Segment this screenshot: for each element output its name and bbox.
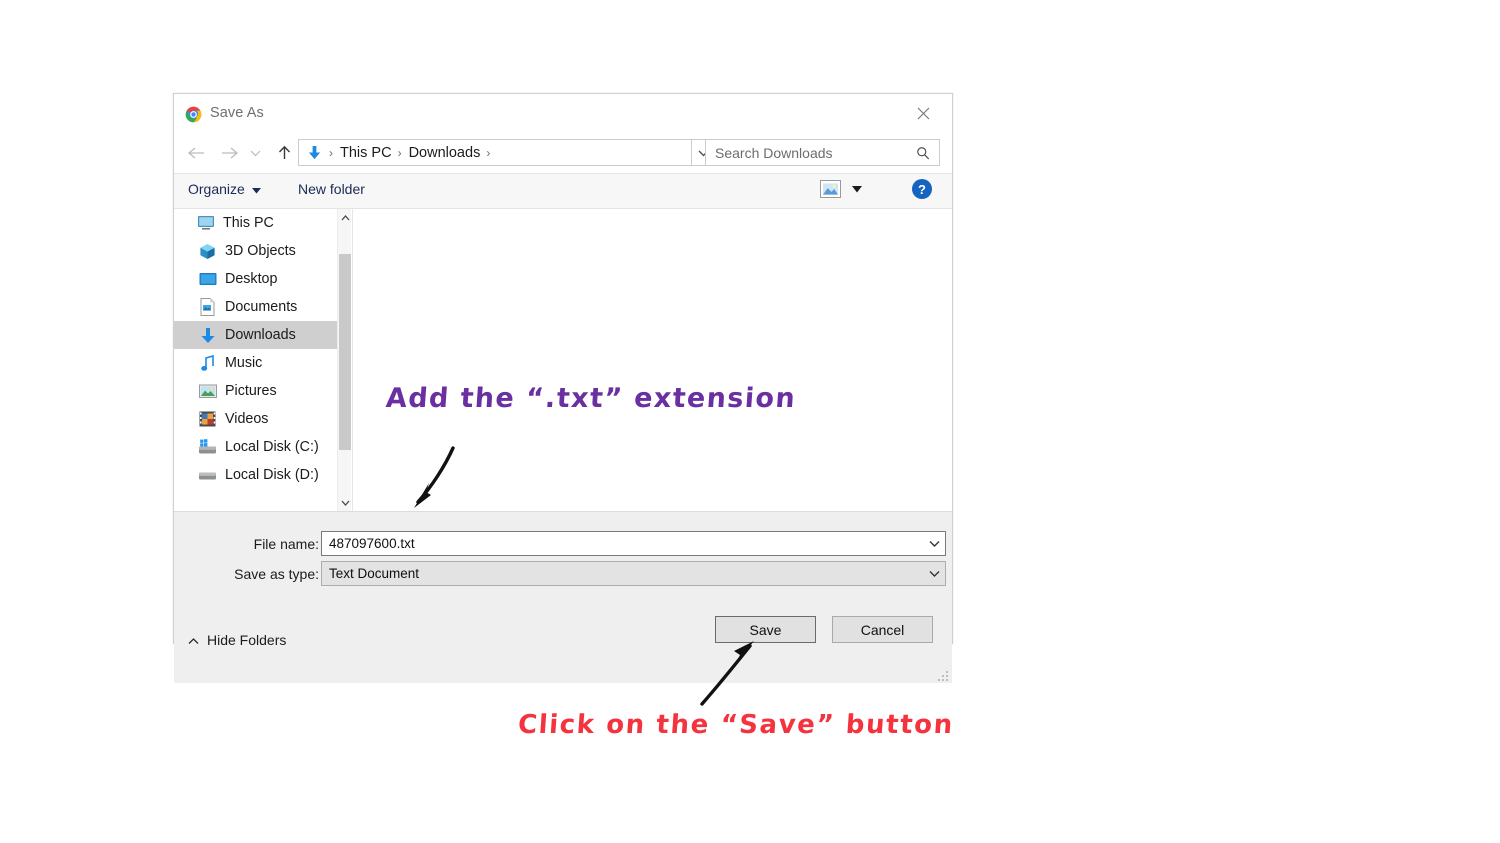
system-drive-icon (198, 438, 217, 457)
sidebar-item-label: Downloads (225, 327, 296, 343)
help-icon[interactable]: ? (912, 179, 932, 199)
close-icon[interactable] (900, 98, 946, 128)
search-icon[interactable] (916, 146, 930, 160)
hide-folders-button[interactable]: Hide Folders (188, 632, 286, 648)
chevron-up-icon[interactable] (338, 209, 351, 226)
organize-button[interactable]: Organize (188, 181, 261, 197)
sidebar-item-local-disk-d[interactable]: Local Disk (D:) (174, 461, 351, 489)
navigation-pane: This PC 3D Objects Desktop Documents Dow… (174, 209, 351, 511)
caret-down-icon (251, 181, 261, 197)
annotation-add-txt-extension: Add the “.txt” extension (384, 383, 798, 414)
chevron-down-icon[interactable] (246, 139, 264, 167)
sidebar-item-local-disk-c[interactable]: Local Disk (C:) (174, 433, 351, 461)
sidebar-item-label: Pictures (225, 383, 277, 399)
new-folder-button[interactable]: New folder (298, 181, 365, 197)
file-list-pane[interactable] (352, 209, 952, 511)
command-bar: Organize New folder ? (174, 173, 952, 209)
sidebar-item-music[interactable]: Music (174, 349, 351, 377)
annotation-click-save-button: Click on the “Save” button (516, 710, 955, 740)
videos-icon (198, 410, 217, 429)
file-name-label: File name: (253, 536, 319, 552)
3d-objects-icon (198, 242, 217, 261)
save-as-type-select[interactable]: Text Document (321, 561, 946, 586)
sidebar-item-documents[interactable]: Documents (174, 293, 351, 321)
desktop-icon (198, 270, 217, 289)
search-input[interactable]: Search Downloads (715, 145, 916, 161)
sidebar-item-label: Desktop (225, 271, 278, 287)
dialog-title: Save As (210, 105, 264, 121)
save-as-type-value: Text Document (329, 566, 420, 581)
chrome-logo-icon (185, 106, 202, 123)
hide-folders-label: Hide Folders (207, 632, 287, 648)
help-label: ? (918, 181, 926, 197)
music-icon (198, 354, 217, 373)
chevron-down-icon[interactable] (923, 540, 945, 547)
chevron-down-icon[interactable] (923, 570, 945, 577)
search-box[interactable]: Search Downloads (705, 139, 940, 166)
caret-down-icon[interactable] (852, 180, 862, 198)
sidebar-item-3d-objects[interactable]: 3D Objects (174, 237, 351, 265)
monitor-icon (196, 214, 215, 233)
navigation-bar: › This PC › Downloads › Search Downloads (174, 135, 952, 173)
save-as-dialog: Save As › This PC › Downloads › Search D… (173, 93, 953, 683)
sidebar-item-downloads[interactable]: Downloads (174, 321, 351, 349)
resize-grip-icon[interactable] (938, 669, 949, 681)
save-as-type-label: Save as type: (234, 566, 319, 582)
chevron-down-icon[interactable] (338, 494, 351, 511)
view-options[interactable] (820, 180, 862, 198)
chevron-up-icon (188, 632, 199, 648)
address-bar[interactable]: › This PC › Downloads › (298, 139, 692, 166)
breadcrumb-downloads[interactable]: Downloads (409, 145, 481, 161)
dialog-titlebar: Save As (174, 94, 952, 135)
save-button[interactable]: Save (715, 616, 816, 643)
sidebar-item-label: Local Disk (D:) (225, 467, 319, 483)
screenshot-canvas: Save As › This PC › Downloads › Search D… (0, 0, 1500, 843)
sidebar-item-label: Local Disk (C:) (225, 439, 319, 455)
downloads-icon (198, 326, 217, 345)
downloads-folder-icon (305, 144, 323, 162)
breadcrumb-separator: › (486, 145, 491, 160)
navigation-pane-scrollbar[interactable] (337, 209, 351, 511)
arrow-right-icon[interactable] (216, 139, 244, 167)
dialog-body: This PC 3D Objects Desktop Documents Dow… (174, 209, 952, 511)
scrollbar-thumb[interactable] (339, 254, 351, 450)
cancel-button[interactable]: Cancel (832, 616, 933, 643)
breadcrumb-separator: › (329, 145, 333, 160)
file-name-input[interactable]: 487097600.txt (321, 531, 946, 556)
save-form: File name: 487097600.txt Save as type: T… (174, 511, 952, 608)
arrow-up-icon[interactable] (270, 139, 298, 167)
sidebar-item-label: This PC (223, 215, 274, 231)
file-name-value: 487097600.txt (329, 536, 415, 551)
pictures-icon (198, 382, 217, 401)
arrow-left-icon[interactable] (182, 139, 210, 167)
organize-label: Organize (188, 181, 245, 197)
sidebar-item-label: Videos (225, 411, 269, 427)
sidebar-item-label: 3D Objects (225, 243, 296, 259)
breadcrumb-separator: › (397, 145, 402, 160)
drive-icon (198, 466, 217, 485)
sidebar-item-label: Music (225, 355, 263, 371)
sidebar-item-desktop[interactable]: Desktop (174, 265, 351, 293)
sidebar-item-pictures[interactable]: Pictures (174, 377, 351, 405)
sidebar-item-this-pc[interactable]: This PC (174, 209, 351, 237)
breadcrumb-this-pc[interactable]: This PC (340, 145, 392, 161)
documents-icon (198, 298, 217, 317)
view-layout-icon[interactable] (820, 180, 841, 198)
sidebar-item-videos[interactable]: Videos (174, 405, 351, 433)
sidebar-item-label: Documents (225, 299, 298, 315)
dialog-footer: Hide Folders Save Cancel (174, 608, 952, 683)
